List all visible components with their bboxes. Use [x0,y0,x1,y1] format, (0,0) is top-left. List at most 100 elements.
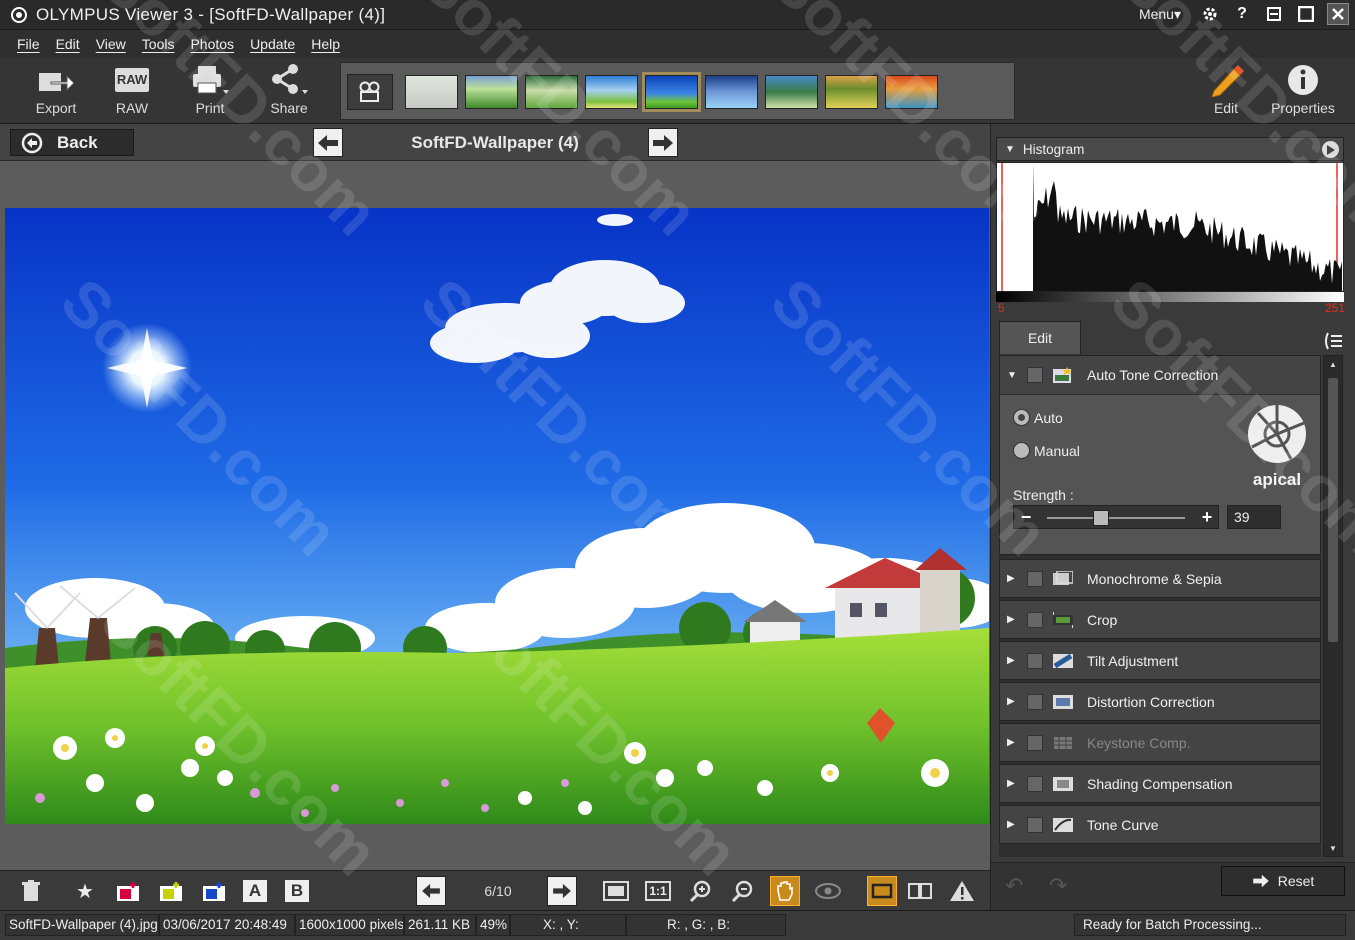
scroll-up-icon[interactable]: ▲ [1324,356,1342,372]
strip-mode-button[interactable] [347,74,393,110]
tilt-adjustment-enable-checkbox[interactable] [1027,652,1043,669]
tab-edit[interactable]: Edit [999,321,1081,354]
auto-tone-settings: Auto Manual apical Strength : − + 39 [999,395,1321,555]
reset-button[interactable]: Reset [1221,866,1345,896]
tone-curve-enable-checkbox[interactable] [1027,816,1043,833]
scroll-down-icon[interactable]: ▼ [1324,840,1342,856]
panel-scrollbar[interactable]: ▲ ▼ [1323,355,1343,857]
thumbnail-3[interactable] [525,75,578,109]
settings-icon[interactable] [1199,3,1221,25]
compare-view-button[interactable] [905,876,935,906]
thumbnail-8[interactable] [825,75,878,109]
hand-tool-button[interactable] [770,876,800,906]
mark-yellow-button[interactable] [156,876,186,906]
manual-radio-option[interactable]: Manual [1013,442,1080,459]
thumbnail-4[interactable] [585,75,638,109]
collapsed-triangle-icon: ▶ [1007,614,1015,625]
strength-decrease-icon[interactable]: − [1016,507,1036,528]
hand-icon [777,881,793,901]
previous-page-button[interactable] [416,876,446,906]
panel-footer: ↶ ↷ Reset [991,862,1355,910]
edit-button[interactable]: Edit [1194,64,1258,120]
maximize-icon[interactable] [1295,3,1317,25]
collapse-triangle-icon: ▼ [1005,143,1015,155]
panel-options-icon[interactable] [1323,332,1343,353]
restore-icon[interactable] [1263,3,1285,25]
distortion-correction-enable-checkbox[interactable] [1027,693,1043,710]
menu-file[interactable]: File [17,36,40,52]
section-tilt-adjustment[interactable]: ▶ Tilt Adjustment [999,641,1321,680]
section-keystone-comp[interactable]: ▶ Keystone Comp. [999,723,1321,762]
undo-icon[interactable]: ↶ [1005,873,1023,899]
next-page-button[interactable] [547,876,577,906]
radio-selected-icon [1013,409,1030,426]
close-icon[interactable] [1327,3,1349,25]
mark-red-button[interactable] [113,876,143,906]
status-coordinates: X: , Y: [510,914,626,936]
menu-update[interactable]: Update [250,36,295,52]
preview-eye-button[interactable] [813,876,843,906]
compare-b-button[interactable]: B [282,876,312,906]
shading-compensation-enable-checkbox[interactable] [1027,775,1043,792]
properties-button[interactable]: Properties [1271,64,1335,120]
menu-photos[interactable]: Photos [190,36,234,52]
reset-arrow-icon [1252,874,1269,888]
section-crop[interactable]: ▶ Crop [999,600,1321,639]
monochrome-sepia-enable-checkbox[interactable] [1027,570,1043,587]
menu-tools[interactable]: Tools [142,36,175,52]
section-shading-compensation[interactable]: ▶ Shading Compensation [999,764,1321,803]
strength-slider[interactable]: − + [1013,505,1219,529]
slider-handle[interactable] [1092,510,1109,526]
menu-edit[interactable]: Edit [56,36,80,52]
section-auto-tone-correction[interactable]: ▼ Auto Tone Correction [999,355,1321,394]
thumbnail-5-selected[interactable] [642,72,701,112]
histogram-header[interactable]: ▼ Histogram [996,137,1344,161]
highlight-warning-button[interactable] [947,876,977,906]
next-image-button[interactable] [648,128,678,157]
right-arrow-icon [653,134,673,151]
share-button[interactable]: Share [257,64,321,120]
delete-button[interactable] [16,876,46,906]
histogram-play-icon[interactable] [1322,141,1339,158]
scrollbar-thumb[interactable] [1328,378,1338,642]
thumbnail-7[interactable] [765,75,818,109]
thumbnail-9[interactable] [885,75,938,109]
strength-value-field[interactable]: 39 [1227,505,1281,529]
image-viewer: Back SoftFD-Wallpaper (4) [0,124,990,870]
back-button[interactable]: Back [10,129,134,156]
help-icon[interactable]: ? [1231,3,1253,25]
zoom-out-button[interactable] [728,876,758,906]
menu-view[interactable]: View [96,36,126,52]
strength-increase-icon[interactable]: + [1197,507,1217,528]
print-button[interactable]: Print [178,64,242,120]
export-button[interactable]: Export [24,64,88,120]
raw-button[interactable]: RAW RAW [100,64,164,120]
rating-star-button[interactable]: ★ [70,876,100,906]
auto-radio-option[interactable]: Auto [1013,409,1063,426]
main-image-preview[interactable] [5,208,989,824]
keystone-comp-enable-checkbox[interactable] [1027,734,1043,751]
page-indicator: 6/10 [484,883,512,899]
section-tone-curve[interactable]: ▶ Tone Curve [999,805,1321,844]
previous-image-button[interactable] [313,128,343,157]
single-view-button[interactable] [867,876,897,906]
menu-help[interactable]: Help [311,36,340,52]
thumbnail-6[interactable] [705,75,758,109]
section-distortion-correction[interactable]: ▶ Distortion Correction [999,682,1321,721]
redo-icon[interactable]: ↷ [1049,873,1067,899]
status-bar: SoftFD-Wallpaper (4).jpg 03/06/2017 20:4… [0,910,1355,940]
crop-enable-checkbox[interactable] [1027,611,1043,628]
auto-radio-label: Auto [1034,409,1063,426]
section-monochrome-sepia[interactable]: ▶ Monochrome & Sepia [999,559,1321,598]
compare-a-button[interactable]: A [240,876,270,906]
crop-label: Crop [1087,611,1118,628]
thumbnail-1[interactable] [405,75,458,109]
mark-blue-button[interactable] [199,876,229,906]
auto-tone-enable-checkbox[interactable] [1027,367,1043,383]
fit-to-window-button[interactable] [601,876,631,906]
actual-size-button[interactable]: 1:1 [643,876,673,906]
fit-screen-icon [603,881,629,901]
zoom-in-button[interactable] [686,876,716,906]
thumbnail-2[interactable] [465,75,518,109]
menu-dropdown-button[interactable]: Menu▾ [1139,6,1181,23]
